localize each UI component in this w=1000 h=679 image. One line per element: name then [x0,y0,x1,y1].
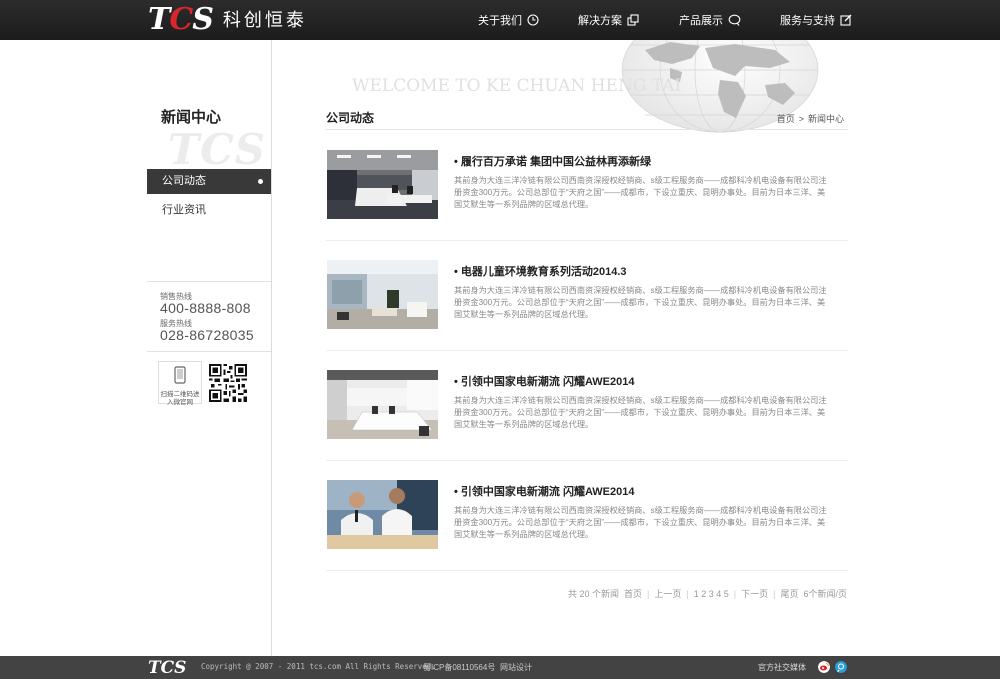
sidebar-item-label: 行业资讯 [162,204,206,216]
external-link-icon [627,14,639,26]
news-summary: 其前身为大连三洋冷链有限公司西南资深授权经销商、s级工程服务商——成都科冷机电设… [454,506,827,539]
news-item: • 履行百万承诺 集团中国公益林再添新绿 其前身为大连三洋冷链有限公司西南资深授… [326,150,848,260]
footer-logo: TCS [148,658,187,678]
top-header: TCS 科创恒泰 关于我们 解决方案 产品展示 服务与支持 [0,0,1000,40]
site-footer: TCS Copyright @ 2007 - 2011 tcs.com All … [0,656,1000,679]
sidebar-separator [147,281,271,282]
service-hotline-number: 028-86728035 [160,327,254,343]
news-title-link[interactable]: • 引领中国家电新潮流 闪耀AWE2014 [454,373,635,389]
pager-separator: | [773,588,776,599]
news-summary: 其前身为大连三洋冷链有限公司西南资深授权经销商、s级工程服务商——成都科冷机电设… [454,286,827,319]
pager-last-link[interactable]: 尾页 [780,587,798,600]
nav-service-label: 服务与支持 [780,15,835,27]
sidebar-menu: 公司动态 行业资讯 [147,169,271,227]
page-title: 公司动态 [326,111,375,125]
breadcrumb-news-link[interactable]: 新闻中心 [808,112,844,125]
footer-copyright: Copyright @ 2007 - 2011 tcs.com All Righ… [201,662,436,671]
clock-icon [527,14,539,26]
news-title-link[interactable]: • 电器儿童环境教育系列活动2014.3 [454,263,627,279]
nav-about-label: 关于我们 [478,15,522,27]
banner-welcome-text: WELCOME TO KE CHUAN HENG TAI [352,76,682,96]
pager-separator: | [686,588,689,599]
news-thumbnail-business-meeting[interactable] [327,480,438,549]
nav-products-label: 产品展示 [679,15,723,27]
qr-hint-text: 扫描二维码进入微官网 [160,391,200,406]
news-divider [326,570,848,571]
news-thumbnail-office-interior[interactable] [327,150,438,219]
footer-icp-link[interactable]: 蜀ICP备08110564号 [423,662,495,673]
qq-weibo-icon[interactable] [835,661,847,673]
breadcrumb: 首页 > 新闻中心 [777,112,844,125]
news-divider [326,460,848,461]
sales-hotline-number: 400-8888-808 [160,300,251,316]
sidebar-item-label: 公司动态 [162,175,206,187]
sidebar-item-company-news[interactable]: 公司动态 [147,169,271,194]
active-dot-icon [258,179,263,184]
news-divider [326,350,848,351]
pager-separator: | [647,588,650,599]
pager-next-link[interactable]: 下一页 [741,587,768,600]
nav-about[interactable]: 关于我们 [478,12,539,28]
breadcrumb-separator: > [798,113,804,124]
pager-first-link[interactable]: 首页 [624,587,642,600]
news-thumbnail-white-office[interactable] [327,370,438,439]
sidebar-watermark: TCS [168,125,267,174]
pager-total: 共 20 个新闻 [568,589,620,599]
nav-solutions-label: 解决方案 [578,15,622,27]
breadcrumb-home-link[interactable]: 首页 [777,112,795,125]
pager-prev-link[interactable]: 上一页 [654,587,681,600]
logo-mark: TCS [148,2,214,37]
mobile-phone-icon [174,366,186,384]
weibo-icon[interactable] [818,661,830,673]
chat-bubble-icon [728,14,741,26]
sidebar-divider [271,40,272,656]
qr-code-image [209,364,247,402]
news-divider [326,240,848,241]
news-summary: 其前身为大连三洋冷链有限公司西南资深授权经销商、s级工程服务商——成都科冷机电设… [454,176,827,209]
nav-service[interactable]: 服务与支持 [780,12,852,28]
title-underline [326,129,848,130]
logo-chinese-name: 科创恒泰 [222,10,307,30]
news-title-link[interactable]: • 引领中国家电新潮流 闪耀AWE2014 [454,483,635,499]
pager-per-page: 6个新闻/页 [803,589,847,599]
footer-design-link[interactable]: 网站设计 [500,662,532,673]
pager-page-numbers[interactable]: 1 2 3 4 5 [694,589,729,599]
sidebar-separator [147,351,271,352]
sidebar-item-industry-news[interactable]: 行业资讯 [147,198,271,223]
news-item: • 引领中国家电新潮流 闪耀AWE2014 其前身为大连三洋冷链有限公司西南资深… [326,370,848,480]
sidebar-title: 新闻中心 [161,109,222,126]
news-thumbnail-glass-office[interactable] [327,260,438,329]
news-item: • 电器儿童环境教育系列活动2014.3 其前身为大连三洋冷链有限公司西南资深授… [326,260,848,370]
news-title-link[interactable]: • 履行百万承诺 集团中国公益林再添新绿 [454,153,651,169]
pager-separator: | [733,588,737,599]
edit-icon [840,14,852,26]
news-summary: 其前身为大连三洋冷链有限公司西南资深授权经销商、s级工程服务商——成都科冷机电设… [454,396,827,429]
footer-social-label: 官方社交媒体 [758,663,806,672]
nav-solutions[interactable]: 解决方案 [578,12,639,28]
pagination: 共 20 个新闻 首页 | 上一页 | 1 2 3 4 5 | 下一页 | 尾页… [568,587,847,600]
qr-hint-box: 扫描二维码进入微官网 [158,361,202,406]
nav-products[interactable]: 产品展示 [679,12,741,28]
site-logo[interactable]: TCS 科创恒泰 [148,4,307,36]
news-item: • 引领中国家电新潮流 闪耀AWE2014 其前身为大连三洋冷链有限公司西南资深… [326,480,848,590]
